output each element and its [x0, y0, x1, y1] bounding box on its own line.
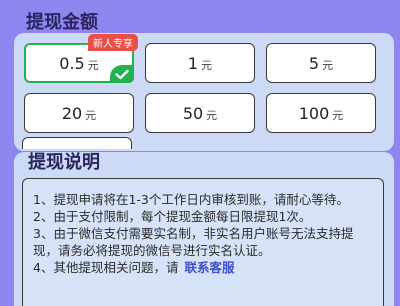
- amount-unit: 元: [87, 58, 99, 72]
- amount-value: 5: [308, 53, 320, 73]
- rule-item: 1、提现申请将在1-3个工作日内审核到账，请耐心等待。: [33, 192, 349, 207]
- checkmark-icon: [110, 65, 134, 83]
- amount-value: 20: [61, 103, 83, 123]
- amount-section-title: 提现金额: [26, 12, 98, 33]
- amount-value: 0.5: [59, 53, 85, 73]
- amount-value: 50: [182, 103, 204, 123]
- amount-unit: 元: [206, 108, 218, 122]
- amount-option-1[interactable]: 1 元: [145, 43, 255, 83]
- amount-value: 1: [187, 53, 199, 73]
- amount-unit: 元: [332, 108, 344, 122]
- rule-item-contact: 4、其他提现相关问题，请 联系客服: [33, 259, 373, 276]
- amount-unit: 元: [322, 58, 334, 72]
- amount-value: 100: [298, 103, 330, 123]
- amount-option-5[interactable]: 5 元: [266, 43, 376, 83]
- contact-support-link[interactable]: 联系客服: [184, 260, 234, 275]
- amount-option-20[interactable]: 20 元: [24, 93, 134, 133]
- amount-unit: 元: [201, 58, 213, 72]
- rule-item: 2、由于支付限制，每个提现金额每日限提现1次。: [33, 209, 312, 224]
- new-user-badge: 新人专享: [88, 34, 138, 51]
- amount-option-100[interactable]: 100 元: [266, 93, 376, 133]
- amount-unit: 元: [85, 108, 97, 122]
- rule-item: 4、其他提现相关问题，请: [33, 260, 179, 275]
- amount-option-0-5[interactable]: 0.5 元 新人专享: [24, 34, 138, 83]
- amount-option-50[interactable]: 50 元: [145, 93, 255, 133]
- description-section-title: 提现说明: [28, 152, 100, 173]
- rules-box: 1、提现申请将在1-3个工作日内审核到账，请耐心等待。 2、由于支付限制，每个提…: [22, 178, 384, 306]
- rule-item: 3、由于微信支付需要实名制，非实名用户账号无法支持提现，请务必将提现的微信号进行…: [33, 226, 354, 258]
